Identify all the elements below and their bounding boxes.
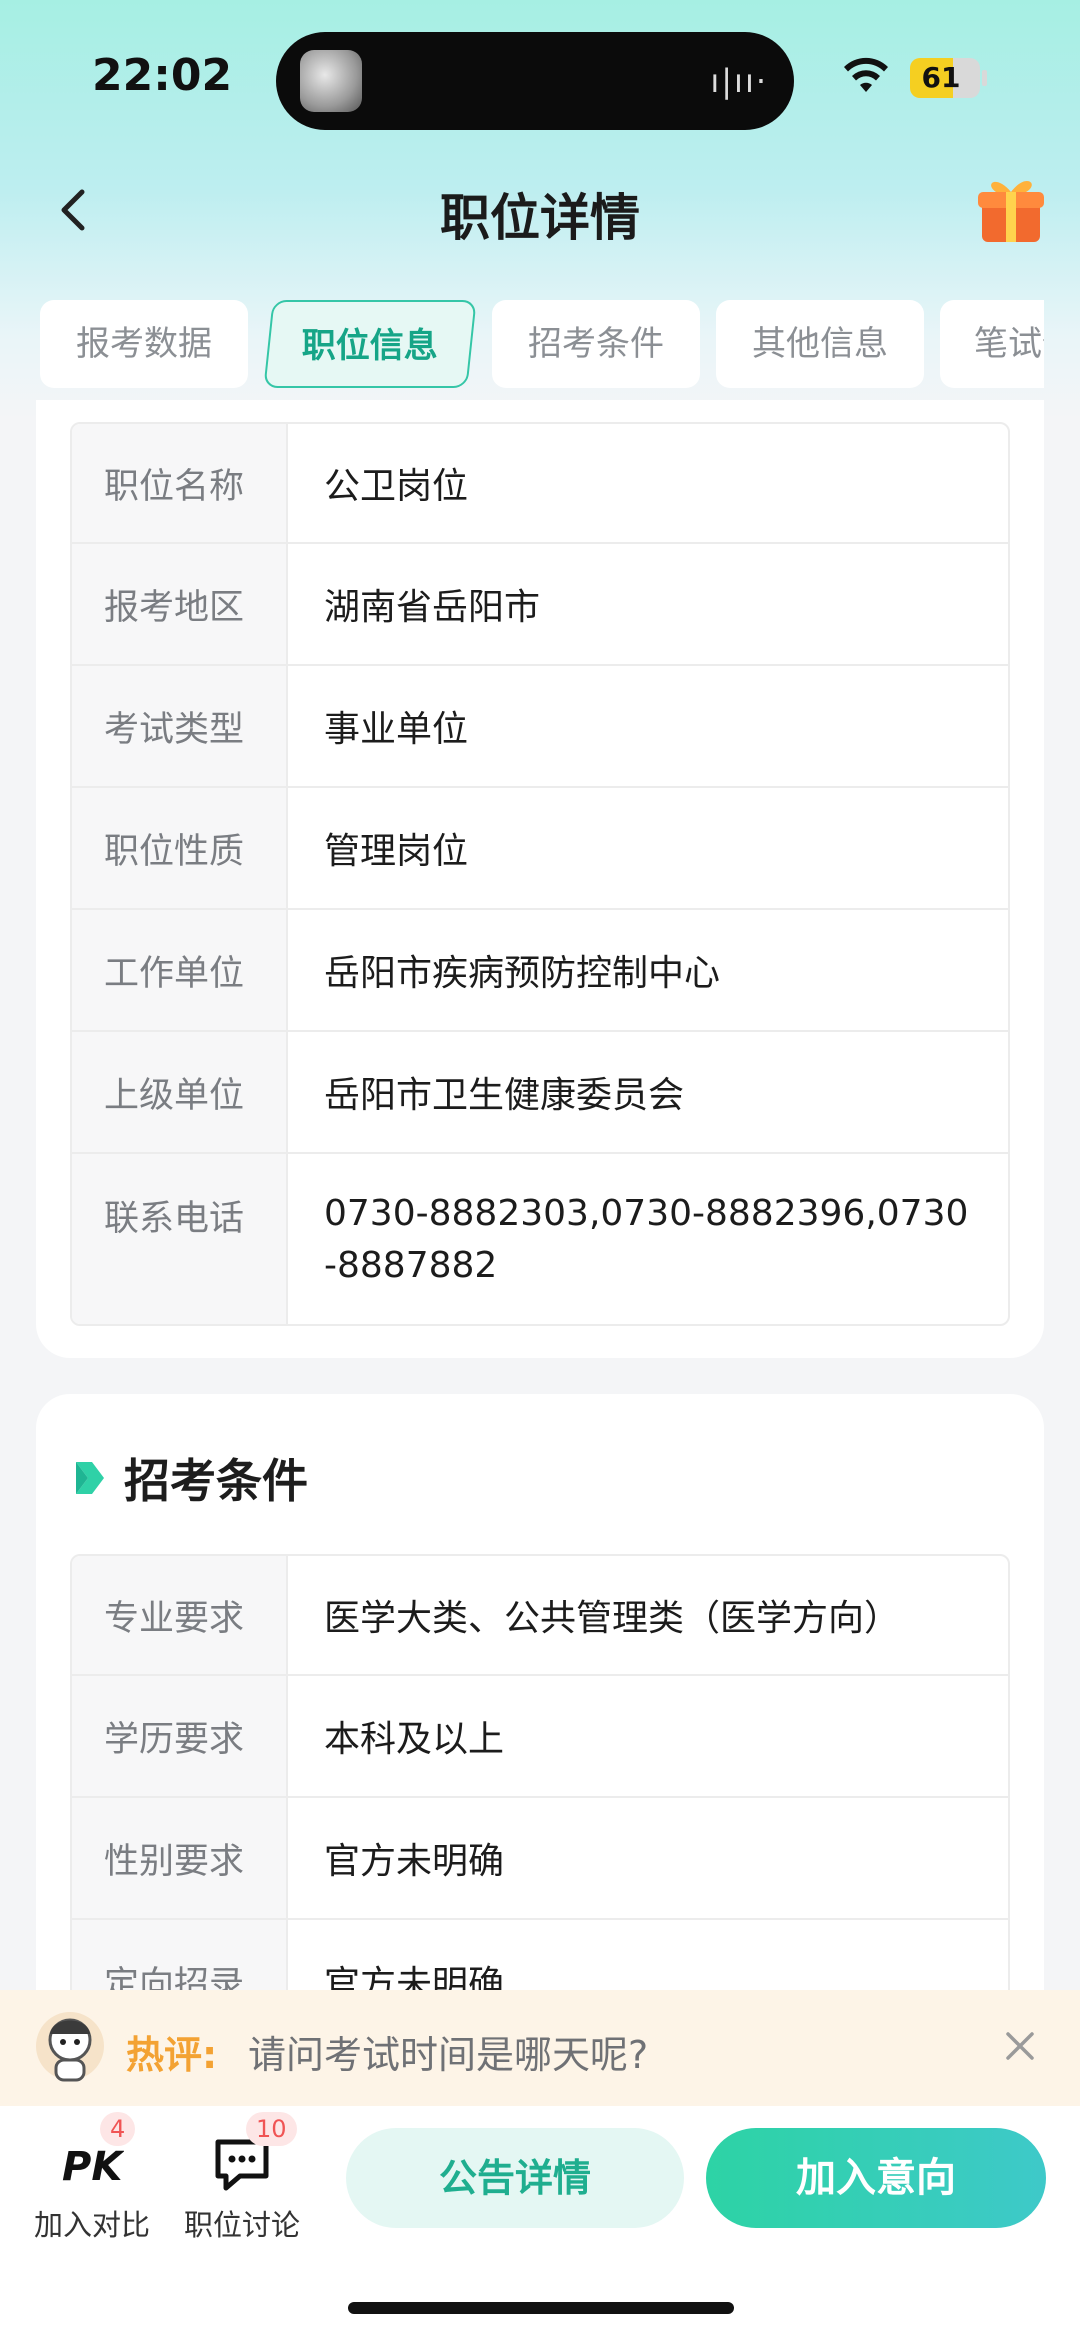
status-time: 22:02: [92, 50, 233, 101]
page-title: 职位详情: [440, 189, 640, 247]
table-row: 学历要求 本科及以上: [72, 1676, 1008, 1798]
table-row: 性别要求 官方未明确: [72, 1798, 1008, 1920]
battery-cap: [982, 70, 987, 86]
row-value: 医学大类、公共管理类（医学方向）: [324, 1598, 901, 1639]
row-label: 职位性质: [72, 788, 288, 908]
audio-wave-icon: ı|ıı·: [710, 62, 768, 100]
table-row: 联系电话 0730-8882303,0730-8882396,0730-8887…: [72, 1154, 1008, 1324]
table-row: 职位性质 管理岗位: [72, 788, 1008, 910]
hot-comment-bar[interactable]: 热评: 请问考试时间是哪天呢?: [0, 1990, 1080, 2106]
section-title: 招考条件: [124, 1454, 308, 1508]
notice-details-button[interactable]: 公告详情: [346, 2128, 684, 2228]
discussion-icon-wrap: 10: [210, 2112, 297, 2194]
row-label: 工作单位: [72, 910, 288, 1030]
nav-bar: 职位详情: [0, 160, 1080, 260]
hot-comment-text: 请问考试时间是哪天呢?: [248, 2033, 649, 2077]
tab-requirements[interactable]: 招考条件: [492, 300, 700, 388]
table-row: 职位名称 公卫岗位: [72, 424, 1008, 544]
row-label: 专业要求: [72, 1556, 288, 1674]
row-value: 事业单位: [324, 709, 469, 750]
tab-other-info[interactable]: 其他信息: [716, 300, 924, 388]
add-intention-button[interactable]: 加入意向: [706, 2128, 1046, 2228]
home-indicator[interactable]: [348, 2302, 734, 2314]
compare-label: 加入对比: [33, 2208, 150, 2242]
position-info-card: 职位名称 公卫岗位 报考地区 湖南省岳阳市 考试类型 事业单位 职位性质 管理岗…: [36, 400, 1044, 1358]
table-row: 上级单位 岳阳市卫生健康委员会: [72, 1032, 1008, 1154]
discussion-label: 职位讨论: [183, 2208, 300, 2242]
status-bar: 22:02 ı|ıı· 61: [0, 0, 1080, 160]
row-label: 报考地区: [72, 544, 288, 664]
position-info-table: 职位名称 公卫岗位 报考地区 湖南省岳阳市 考试类型 事业单位 职位性质 管理岗…: [70, 422, 1010, 1326]
row-value: 公卫岗位: [324, 466, 469, 507]
row-value: 岳阳市疾病预防控制中心: [324, 953, 721, 994]
row-label: 上级单位: [72, 1032, 288, 1152]
row-value: 湖南省岳阳市: [324, 587, 541, 628]
tab-bar: 报考数据 职位信息 招考条件 其他信息 笔试信息: [0, 298, 1044, 390]
table-row: 工作单位 岳阳市疾病预防控制中心: [72, 910, 1008, 1032]
compare-count-badge: 4: [100, 2112, 136, 2146]
row-label: 性别要求: [72, 1798, 288, 1918]
row-value: 岳阳市卫生健康委员会: [324, 1075, 685, 1116]
compare-icon-wrap: PK 4: [60, 2112, 136, 2194]
battery-icon: 61: [910, 58, 980, 98]
requirements-table: 专业要求 医学大类、公共管理类（医学方向） 学历要求 本科及以上 性别要求 官方…: [70, 1554, 1010, 2044]
close-icon[interactable]: [1000, 2026, 1040, 2066]
gift-icon[interactable]: [976, 170, 1046, 246]
position-discussion-button[interactable]: 10 职位讨论: [172, 2112, 312, 2244]
battery-level: 61: [921, 61, 961, 94]
row-label: 学历要求: [72, 1676, 288, 1796]
tab-exam-data[interactable]: 报考数据: [40, 300, 248, 388]
add-compare-button[interactable]: PK 4 加入对比: [22, 2112, 162, 2244]
row-value: 官方未明确: [324, 1841, 505, 1882]
table-row: 专业要求 医学大类、公共管理类（医学方向）: [72, 1556, 1008, 1676]
table-row: 报考地区 湖南省岳阳市: [72, 544, 1008, 666]
table-row: 考试类型 事业单位: [72, 666, 1008, 788]
row-label: 职位名称: [72, 424, 288, 542]
tab-position-info[interactable]: 职位信息: [263, 300, 477, 388]
svg-text:PK: PK: [62, 2144, 124, 2190]
dynamic-island[interactable]: ı|ıı·: [276, 32, 794, 130]
row-value: 管理岗位: [324, 831, 469, 872]
row-value: 本科及以上: [324, 1719, 505, 1760]
discussion-count-badge: 10: [246, 2112, 297, 2146]
tab-written-exam[interactable]: 笔试信息: [940, 300, 1044, 388]
now-playing-thumbnail: [300, 50, 362, 112]
section-marker-icon: [76, 1462, 104, 1494]
row-label: 考试类型: [72, 666, 288, 786]
wifi-icon: [844, 57, 888, 92]
mascot-avatar-icon: [36, 2012, 104, 2082]
section-header: 招考条件: [72, 1448, 308, 1508]
hot-comment-label: 热评:: [126, 2033, 218, 2077]
row-label: 联系电话: [72, 1154, 288, 1324]
contact-phone-value[interactable]: 0730-8882303,0730-8882396,0730-8887882: [288, 1154, 1008, 1324]
